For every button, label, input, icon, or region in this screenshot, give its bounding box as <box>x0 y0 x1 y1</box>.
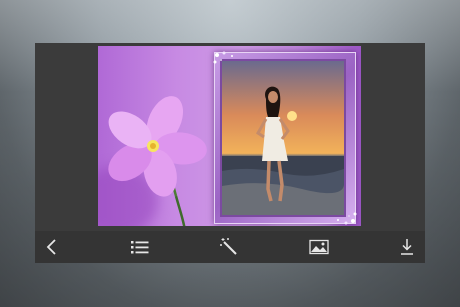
save-button[interactable] <box>389 233 425 261</box>
sparkle-decoration <box>337 212 357 225</box>
photo-frame[interactable] <box>213 51 357 225</box>
flower-image <box>108 96 207 226</box>
bottom-toolbar <box>35 231 425 263</box>
change-photo-button[interactable] <box>301 233 337 261</box>
chevron-left-icon <box>46 239 56 255</box>
beach-photo <box>222 61 344 215</box>
list-icon <box>131 241 149 254</box>
back-button[interactable] <box>34 233 70 261</box>
editor-panel <box>35 43 425 263</box>
effects-button[interactable] <box>211 233 247 261</box>
magic-wand-icon <box>220 238 237 255</box>
download-icon <box>401 239 413 255</box>
image-icon <box>309 239 329 255</box>
sparkle-decoration <box>213 51 233 64</box>
collage-canvas <box>98 46 361 226</box>
framed-photo[interactable] <box>222 61 344 215</box>
frames-button[interactable] <box>122 233 158 261</box>
